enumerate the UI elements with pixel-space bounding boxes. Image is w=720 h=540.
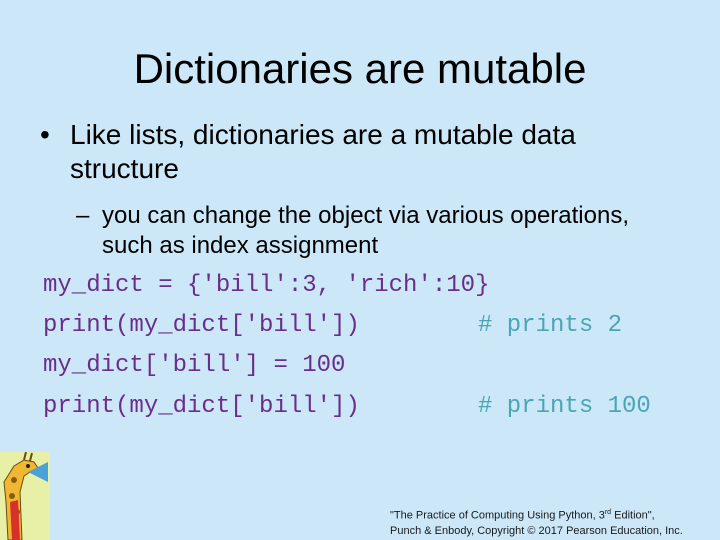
code-line-2: print(my_dict['bill']) # prints 2 [43,311,622,341]
slide: Dictionaries are mutable • Like lists, d… [0,0,720,540]
code-text: my_dict['bill'] = 100 [43,352,346,379]
footer-line-1: "The Practice of Computing Using Python,… [390,505,715,524]
code-line-3: my_dict['bill'] = 100 [43,351,345,381]
copyright-footer: "The Practice of Computing Using Python,… [390,505,715,539]
slide-title: Dictionaries are mutable [133,45,587,92]
code-text: print(my_dict['bill']) [43,393,360,420]
giraffe-icon [0,452,50,540]
footer-text: "The Practice of Computing Using Python,… [390,509,605,522]
code-line-1: my_dict = {'bill':3, 'rich':10} [43,271,489,301]
footer-line-2: Punch & Enbody, Copyright © 2017 Pearson… [390,524,683,537]
code-comment: # prints 2 [478,312,623,339]
code-text: my_dict = {'bill':3, 'rich':10} [43,272,490,299]
code-text: print(my_dict['bill']) [43,312,360,339]
sub-bullet-text: you can change the object via various op… [102,202,630,259]
bullet-marker: • [40,119,50,150]
bullet-text: Like lists, dictionaries are a mutable d… [70,119,576,184]
sub-bullet-marker: – [76,202,90,229]
code-comment: # prints 100 [478,393,651,420]
footer-text: Edition", [611,509,655,522]
code-line-4: print(my_dict['bill']) # prints 100 [43,392,651,422]
